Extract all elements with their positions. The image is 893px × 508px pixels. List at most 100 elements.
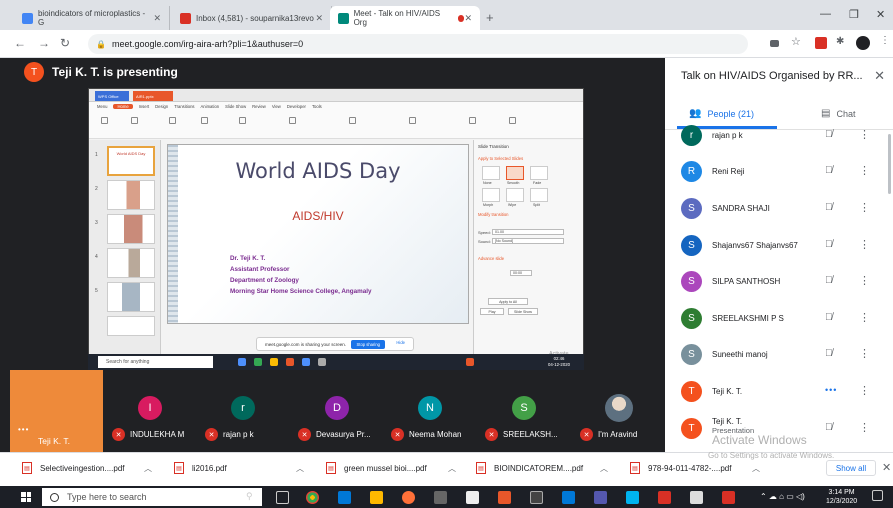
windows-start-icon[interactable] [21,492,31,502]
chrome-icon[interactable] [306,491,319,504]
notifications-icon[interactable] [872,490,883,501]
shared-search-box: Search for anything [98,356,213,368]
camera-app-icon[interactable] [466,491,479,504]
pane-section: Modify transition [478,212,509,217]
mic-off-icon: 🎙̸ [825,422,833,433]
avatar: S [681,344,702,365]
more-options-icon[interactable]: ⋮ [859,201,870,214]
notepad-icon[interactable] [690,491,703,504]
edge-icon[interactable] [338,491,351,504]
wps-icon[interactable] [498,491,511,504]
participant-avatar[interactable]: I [138,396,162,420]
participant-row[interactable]: S Suneethi manoj 🎙̸ ⋮ [665,341,893,371]
close-icon[interactable]: ✕ [315,13,323,24]
new-tab-button[interactable]: + [486,10,494,25]
url-bar[interactable]: 🔒 meet.google.com/irg-aira-arh?pli=1&aut… [88,34,748,54]
terminal-icon[interactable] [530,491,543,504]
restore-icon[interactable]: ❐ [849,8,859,21]
profile-avatar[interactable] [856,36,870,50]
camera-icon[interactable] [770,40,779,47]
more-options-icon[interactable]: ⋮ [859,384,870,397]
slide-author-line: Dr. Teji K. T. [230,255,266,262]
close-icon[interactable]: ✕ [882,461,891,474]
play-button: Play [480,308,504,315]
more-options-icon[interactable]: ⋮ [859,347,870,360]
chevron-up-icon[interactable]: ︿ [600,463,608,474]
participant-row-name: rajan p k [712,131,743,140]
task-view-icon[interactable] [276,491,289,504]
close-icon[interactable]: ✕ [874,68,885,84]
taskbar-clock[interactable]: 3:14 PM 12/3/2020 [826,488,857,506]
participant-avatar[interactable]: D [325,396,349,420]
download-item[interactable]: ▤ Selectiveingestion....pdf [22,462,125,474]
system-tray-icons[interactable]: ⌃ ☁ ⌂ ▭ ◁) [760,492,805,501]
browser-tab[interactable]: bioindicators of microplastics - G ✕ [14,6,170,30]
more-options-icon[interactable]: ⋮ [859,311,870,324]
participant-row[interactable]: R Reni Reji 🎙̸ ⋮ [665,158,893,188]
extensions-puzzle-icon[interactable]: ✱ [836,36,848,48]
more-options-icon[interactable]: ⋮ [859,164,870,177]
tab-people[interactable]: 👥 People (21) [689,108,754,119]
app-icon[interactable] [626,491,639,504]
participant-row[interactable]: S SANDRA SHAJI 🎙̸ ⋮ [665,195,893,225]
download-filename: li2016.pdf [192,463,227,473]
download-item[interactable]: ▤ li2016.pdf [174,462,227,474]
close-icon[interactable]: ✕ [464,13,472,24]
transition-pane: Slide Transition Apply to Selected Slide… [473,140,583,355]
participant-row[interactable]: T Teji K. T. ••• ⋮ [665,378,893,408]
arrange-icon [409,117,416,124]
extension-icon[interactable] [815,37,827,49]
download-item[interactable]: ▤ BIOINDICATOREM....pdf [476,462,583,474]
transition-option [482,188,500,202]
more-options-icon[interactable]: ••• [18,425,29,434]
teams-icon[interactable] [594,491,607,504]
participant-photo[interactable] [605,394,633,422]
cortana-icon [50,492,59,502]
close-window-icon[interactable]: ✕ [876,8,885,21]
chevron-up-icon[interactable]: ︿ [296,463,304,474]
store-icon[interactable] [434,491,447,504]
downloads-bar: Go to Settings to activate Windows. ▤ Se… [0,451,893,486]
more-options-icon[interactable]: ⋮ [859,128,870,141]
show-all-button[interactable]: Show all [826,460,876,476]
download-item[interactable]: ▤ green mussel bioi....pdf [326,462,427,474]
file-explorer-icon[interactable] [370,491,383,504]
chevron-up-icon[interactable]: ︿ [752,463,760,474]
recording-icon [457,14,465,22]
mic-icon[interactable]: ⚲ [246,491,259,504]
avatar: S [681,198,702,219]
firefox-icon[interactable] [402,491,415,504]
tab-chat[interactable]: ▤ Chat [821,108,855,119]
browser-tab-active[interactable]: Meet - Talk on HIV/AIDS Org ✕ [330,6,480,30]
participant-row[interactable]: S SILPA SANTHOSH 🎙̸ ⋮ [665,268,893,298]
reload-icon[interactable]: ↻ [60,36,70,50]
more-options-icon[interactable]: ⋮ [859,421,870,434]
wps-menu-item: Animation [200,104,220,109]
participant-row[interactable]: S Shajanvs67 Shajanvs67 🎙̸ ⋮ [665,232,893,262]
bookmark-star-icon[interactable]: ☆ [791,35,803,48]
chevron-up-icon[interactable]: ︿ [448,463,456,474]
download-item[interactable]: ▤ 978-94-011-4782-....pdf [630,462,731,474]
taskbar-search-input[interactable]: Type here to search [42,488,262,506]
acrobat-icon[interactable] [722,491,735,504]
back-icon[interactable]: ← [14,36,26,50]
chevron-up-icon[interactable]: ︿ [144,463,152,474]
participant-row[interactable]: S SREELAKSHMI P S 🎙̸ ⋮ [665,305,893,335]
menu-dots-icon[interactable]: ⋮ [880,35,892,47]
slideshow-button: Slide Show [508,308,538,315]
vscode-icon[interactable] [562,491,575,504]
participant-avatar[interactable]: S [512,396,536,420]
browser-tab[interactable]: Inbox (4,581) - souparnika13revo ✕ [172,6,332,30]
more-options-icon[interactable]: ⋮ [859,238,870,251]
participant-avatar[interactable]: r [231,396,255,420]
wps-pdf-icon[interactable] [658,491,671,504]
transition-label: Morph [483,203,494,207]
taskbar-search-placeholder: Type here to search [67,492,147,502]
more-options-icon[interactable]: ⋮ [859,274,870,287]
self-tile-label: Teji K. T. [38,436,70,446]
forward-icon[interactable]: → [38,36,50,50]
participant-avatar[interactable]: N [418,396,442,420]
minimize-icon[interactable]: — [820,8,831,20]
close-icon[interactable]: ✕ [153,13,161,24]
participant-row[interactable]: r rajan p k 🎙̸ ⋮ [665,122,893,152]
